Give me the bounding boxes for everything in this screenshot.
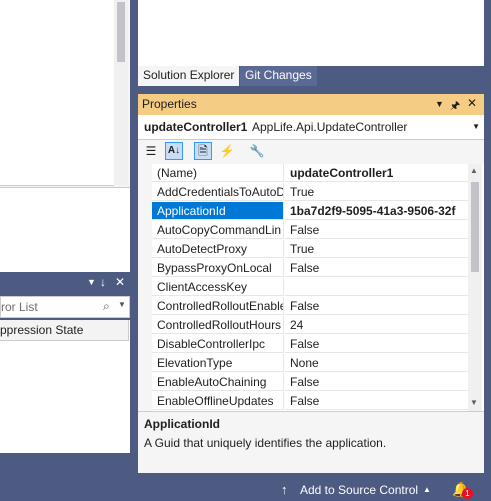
property-name: ElevationType bbox=[152, 354, 284, 372]
property-value[interactable]: False bbox=[285, 297, 468, 315]
events-icon[interactable]: ⚡ bbox=[218, 142, 236, 160]
editor-pane bbox=[0, 0, 130, 187]
property-name: AutoCopyCommandLin bbox=[152, 221, 284, 239]
solution-explorer-pane bbox=[138, 0, 484, 66]
property-row[interactable]: DisableControllerIpc False bbox=[138, 335, 468, 354]
search-icon[interactable]: ⌕ bbox=[103, 299, 110, 314]
close-icon[interactable]: ✕ bbox=[115, 275, 125, 289]
editor-content bbox=[0, 0, 114, 186]
property-name: DisableControllerIpc bbox=[152, 335, 284, 353]
object-type: AppLife.Api.UpdateController bbox=[252, 120, 408, 134]
property-grid-scrollbar[interactable]: ▲ ▼ bbox=[468, 164, 482, 411]
column-header-suppression-state[interactable]: ppression State bbox=[0, 320, 129, 341]
search-options-icon[interactable]: ▼ bbox=[118, 300, 126, 309]
property-value[interactable] bbox=[285, 278, 468, 296]
close-icon[interactable]: ✕ bbox=[467, 96, 477, 110]
property-row[interactable]: ControlledRolloutEnable False bbox=[138, 297, 468, 316]
properties-titlebar: Properties ▼ 🖈 ✕ bbox=[138, 94, 484, 115]
add-to-source-control-button[interactable]: Add to Source Control bbox=[300, 483, 418, 497]
object-name: updateController1 bbox=[144, 120, 248, 134]
tab-solution-explorer[interactable]: Solution Explorer bbox=[138, 66, 240, 86]
property-value[interactable]: 1ba7d2f9-5095-41a3-9506-32f bbox=[285, 202, 468, 220]
property-pages-icon[interactable]: 🔧 bbox=[248, 142, 266, 160]
property-name: AutoDetectProxy bbox=[152, 240, 284, 258]
chevron-down-icon[interactable]: ▼ bbox=[472, 122, 480, 131]
description-title: ApplicationId bbox=[144, 417, 220, 431]
property-row[interactable]: BypassProxyOnLocal False bbox=[138, 259, 468, 278]
notification-badge: 1 bbox=[462, 488, 473, 499]
scrollbar-thumb[interactable] bbox=[117, 2, 125, 62]
error-list-search[interactable]: ror List ⌕ ▼ bbox=[0, 296, 130, 318]
search-placeholder: ror List bbox=[1, 300, 38, 314]
properties-panel: updateController1 AppLife.Api.UpdateCont… bbox=[138, 115, 484, 473]
property-value[interactable]: False bbox=[285, 392, 468, 410]
solution-tab-strip: Solution Explorer Git Changes bbox=[138, 66, 484, 86]
editor-scrollbar[interactable] bbox=[114, 0, 128, 185]
chevron-up-icon[interactable]: ▲ bbox=[423, 485, 431, 494]
property-value[interactable]: True bbox=[285, 240, 468, 258]
error-list-titlebar: ▼ ↓ ✕ bbox=[0, 272, 130, 294]
property-name: AddCredentialsToAutoD bbox=[152, 183, 284, 201]
pin-icon[interactable]: ↓ bbox=[100, 275, 106, 289]
error-list-grid: ppression State bbox=[0, 320, 130, 453]
object-selector[interactable]: updateController1 AppLife.Api.UpdateCont… bbox=[138, 115, 484, 140]
property-row-selected[interactable]: ApplicationId 1ba7d2f9-5095-41a3-9506-32f bbox=[138, 202, 468, 221]
dropdown-icon[interactable]: ▼ bbox=[435, 99, 444, 109]
property-name: EnableAutoChaining bbox=[152, 373, 284, 391]
properties-title: Properties bbox=[142, 97, 197, 111]
alphabetical-icon[interactable]: A↓ bbox=[165, 142, 183, 160]
property-name: EnableOfflineUpdates bbox=[152, 392, 284, 410]
dropdown-icon[interactable]: ▼ bbox=[87, 277, 96, 287]
property-value[interactable]: 24 bbox=[285, 316, 468, 334]
scroll-up-icon[interactable]: ▲ bbox=[470, 166, 478, 175]
description-text: A Guid that uniquely identifies the appl… bbox=[144, 436, 387, 450]
property-value[interactable]: False bbox=[285, 221, 468, 239]
property-grid: (Name) updateController1 AddCredentialsTo… bbox=[138, 164, 484, 411]
property-row[interactable]: ControlledRolloutHours 24 bbox=[138, 316, 468, 335]
property-row[interactable]: (Name) updateController1 bbox=[138, 164, 468, 183]
description-pane: ApplicationId A Guid that uniquely ident… bbox=[138, 411, 484, 473]
property-value[interactable]: False bbox=[285, 373, 468, 391]
properties-icon[interactable]: 🗎 bbox=[194, 142, 212, 160]
property-name: ClientAccessKey bbox=[152, 278, 284, 296]
status-bar: ↑ Add to Source Control ▲ 🔔 1 bbox=[0, 479, 491, 501]
property-name: ControlledRolloutEnable bbox=[152, 297, 284, 315]
categorized-icon[interactable]: ☰ bbox=[142, 142, 160, 160]
property-name: ApplicationId bbox=[152, 202, 284, 220]
property-value[interactable]: False bbox=[285, 259, 468, 277]
property-value[interactable]: None bbox=[285, 354, 468, 372]
property-row[interactable]: EnableAutoChaining False bbox=[138, 373, 468, 392]
property-row[interactable]: ClientAccessKey bbox=[138, 278, 468, 297]
property-row[interactable]: EnableOfflineUpdates False bbox=[138, 392, 468, 411]
properties-toolbar: ☰ A↓ 🗎 ⚡ 🔧 bbox=[138, 140, 484, 164]
scrollbar-thumb[interactable] bbox=[471, 182, 479, 272]
property-row[interactable]: AddCredentialsToAutoD True bbox=[138, 183, 468, 202]
property-value[interactable]: updateController1 bbox=[285, 164, 468, 182]
column-header-label: ppression State bbox=[0, 323, 84, 337]
property-name: (Name) bbox=[152, 164, 284, 182]
secondary-pane bbox=[0, 187, 130, 273]
pin-icon[interactable]: 🖈 bbox=[450, 97, 460, 116]
property-row[interactable]: ElevationType None bbox=[138, 354, 468, 373]
arrow-up-icon[interactable]: ↑ bbox=[281, 482, 288, 497]
tab-git-changes[interactable]: Git Changes bbox=[240, 66, 317, 86]
property-value[interactable]: False bbox=[285, 335, 468, 353]
property-row[interactable]: AutoCopyCommandLin False bbox=[138, 221, 468, 240]
scroll-down-icon[interactable]: ▼ bbox=[470, 398, 478, 407]
property-name: ControlledRolloutHours bbox=[152, 316, 284, 334]
property-name: BypassProxyOnLocal bbox=[152, 259, 284, 277]
property-row[interactable]: AutoDetectProxy True bbox=[138, 240, 468, 259]
property-value[interactable]: True bbox=[285, 183, 468, 201]
